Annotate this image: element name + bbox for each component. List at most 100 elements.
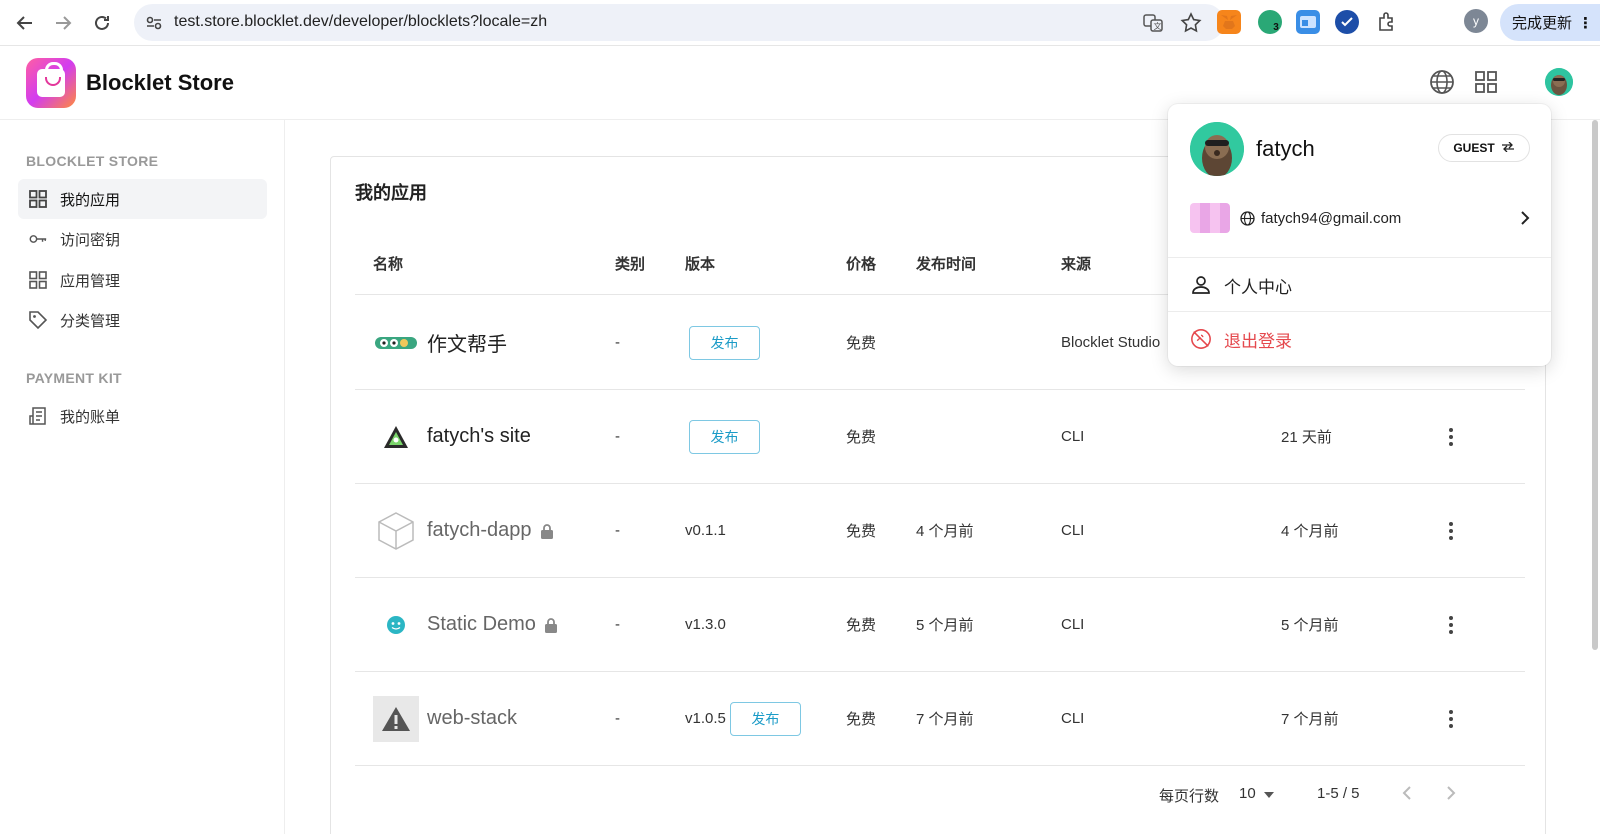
- sidebar-section-blocklet-store: BLOCKLET STORE: [26, 153, 159, 169]
- site-app-icon: [373, 414, 419, 460]
- role-label: GUEST: [1453, 141, 1495, 155]
- translate-icon[interactable]: 文: [1142, 12, 1164, 34]
- did-avatar-icon: [1190, 203, 1230, 233]
- price-cell: 免费: [846, 335, 877, 352]
- pagination-range: 1-5 / 5: [1317, 785, 1360, 802]
- sidebar-item-my-bills[interactable]: 我的账单: [18, 396, 267, 436]
- sidebar-item-category-management[interactable]: 分类管理: [18, 300, 267, 340]
- category-cell: -: [615, 710, 620, 727]
- logout-item[interactable]: 退出登录: [1190, 324, 1530, 354]
- address-bar[interactable]: test.store.blocklet.dev/developer/blockl…: [134, 4, 1224, 41]
- sidebar: BLOCKLET STORE 我的应用 访问密钥 应用管理 分类管理 PAYME…: [0, 120, 285, 834]
- role-switch-badge[interactable]: GUEST: [1438, 134, 1530, 162]
- globe-icon[interactable]: [1428, 68, 1458, 98]
- publish-button[interactable]: 发布: [689, 325, 760, 360]
- release-time-cell: 5 个月前: [916, 617, 974, 634]
- metamask-extension-icon[interactable]: [1217, 10, 1241, 34]
- profile-center-item[interactable]: 个人中心: [1190, 270, 1530, 300]
- version-cell: v1.0.5: [685, 710, 726, 727]
- user-menu-dropdown: fatych GUEST fatych94@gmail.com 个人中心 退出登…: [1168, 104, 1551, 366]
- more-actions-icon[interactable]: [1441, 615, 1461, 635]
- app-name[interactable]: fatych's site: [427, 425, 531, 448]
- receipt-icon: [28, 406, 48, 426]
- column-header-category[interactable]: 类别: [615, 253, 645, 274]
- back-icon[interactable]: [12, 10, 38, 36]
- publish-button[interactable]: 发布: [729, 701, 801, 736]
- user-avatar[interactable]: [1545, 68, 1573, 96]
- more-actions-icon[interactable]: [1441, 427, 1461, 447]
- page-title: 我的应用: [355, 183, 427, 203]
- more-vert-icon[interactable]: ⋮: [1578, 14, 1593, 32]
- more-actions-icon[interactable]: [1441, 521, 1461, 541]
- bookmark-star-icon[interactable]: [1180, 12, 1202, 34]
- sidebar-item-label: 我的应用: [60, 191, 121, 209]
- rows-per-page-select[interactable]: 10: [1239, 785, 1274, 802]
- page-scrollbar[interactable]: [1592, 120, 1598, 650]
- updated-cell: 7 个月前: [1281, 711, 1339, 728]
- sidebar-item-access-keys[interactable]: 访问密钥: [18, 219, 267, 259]
- price-cell: 免费: [846, 711, 877, 728]
- forward-icon[interactable]: [50, 10, 76, 36]
- updated-cell: 5 个月前: [1281, 617, 1339, 634]
- publish-button[interactable]: 发布: [689, 419, 760, 454]
- column-header-version[interactable]: 版本: [685, 253, 715, 274]
- globe-small-icon: [1240, 210, 1255, 226]
- column-header-release-time[interactable]: 发布时间: [916, 253, 976, 274]
- site-settings-icon[interactable]: [144, 13, 164, 33]
- column-header-source[interactable]: 来源: [1061, 253, 1091, 274]
- apps-grid-icon[interactable]: [1472, 68, 1502, 98]
- static-demo-app-icon: [373, 602, 419, 648]
- browser-profile-avatar[interactable]: y: [1464, 9, 1488, 33]
- sidebar-item-label: 我的账单: [60, 408, 121, 426]
- more-actions-icon[interactable]: [1441, 709, 1461, 729]
- table-row[interactable]: fatych-dapp - v0.1.1 免费 4 个月前 CLI 4 个月前: [355, 483, 1525, 578]
- reload-icon[interactable]: [89, 10, 115, 36]
- column-header-price[interactable]: 价格: [846, 253, 876, 274]
- dropdown-avatar: [1190, 122, 1244, 176]
- rows-per-page-value: 10: [1239, 785, 1256, 802]
- key-icon: [28, 229, 48, 249]
- app-name[interactable]: Static Demo: [427, 613, 536, 636]
- warning-placeholder-icon: [373, 695, 419, 742]
- account-email-row[interactable]: fatych94@gmail.com: [1190, 202, 1530, 234]
- puzzle-extensions-icon[interactable]: [1375, 10, 1399, 34]
- grid-icon: [28, 270, 48, 290]
- browser-toolbar: test.store.blocklet.dev/developer/blockl…: [0, 0, 1600, 46]
- sidebar-item-label: 访问密钥: [60, 231, 121, 249]
- extension-badge-count: 3: [1273, 21, 1279, 33]
- profile-center-label: 个人中心: [1224, 277, 1292, 297]
- column-header-name[interactable]: 名称: [373, 253, 403, 274]
- sidebar-item-my-apps[interactable]: 我的应用: [18, 179, 267, 219]
- sidebar-item-app-management[interactable]: 应用管理: [18, 260, 267, 300]
- shopping-bag-icon: [37, 62, 65, 97]
- next-page-icon[interactable]: [1445, 785, 1457, 805]
- svg-text:文: 文: [1154, 21, 1162, 31]
- blocklet-store-logo[interactable]: [26, 58, 76, 108]
- table-row[interactable]: Static Demo - v1.3.0 免费 5 个月前 CLI 5 个月前: [355, 577, 1525, 672]
- app-name[interactable]: web-stack: [427, 707, 517, 730]
- version-cell: v1.3.0: [685, 616, 726, 633]
- sidebar-item-label: 分类管理: [60, 312, 121, 330]
- window-extension-icon[interactable]: [1296, 10, 1320, 34]
- cube-placeholder-icon: [373, 508, 419, 554]
- release-time-cell: 7 个月前: [916, 711, 974, 728]
- url-text[interactable]: test.store.blocklet.dev/developer/blockl…: [174, 13, 547, 31]
- caret-down-icon: [1263, 785, 1274, 802]
- tag-icon: [28, 310, 48, 330]
- price-cell: 免费: [846, 429, 877, 446]
- browser-update-button[interactable]: 完成更新 ⋮: [1500, 4, 1600, 41]
- dropdown-divider: [1168, 257, 1551, 258]
- check-extension-icon[interactable]: [1335, 10, 1359, 34]
- app-name[interactable]: fatych-dapp: [427, 519, 532, 542]
- table-row[interactable]: fatych's site - 发布 免费 CLI 21 天前: [355, 389, 1525, 484]
- updated-cell: 21 天前: [1281, 429, 1332, 446]
- prev-page-icon[interactable]: [1401, 785, 1413, 805]
- table-row[interactable]: web-stack - v1.0.5 发布 免费 7 个月前 CLI 7 个月前: [355, 671, 1525, 766]
- app-name[interactable]: 作文帮手: [427, 328, 507, 357]
- brand-title[interactable]: Blocklet Store: [86, 70, 234, 96]
- source-cell: CLI: [1061, 522, 1085, 539]
- sidebar-section-payment-kit: PAYMENT KIT: [26, 370, 122, 386]
- extension-badge-icon[interactable]: 3: [1258, 10, 1282, 34]
- updated-cell: 4 个月前: [1281, 523, 1339, 540]
- lock-icon: [540, 523, 554, 539]
